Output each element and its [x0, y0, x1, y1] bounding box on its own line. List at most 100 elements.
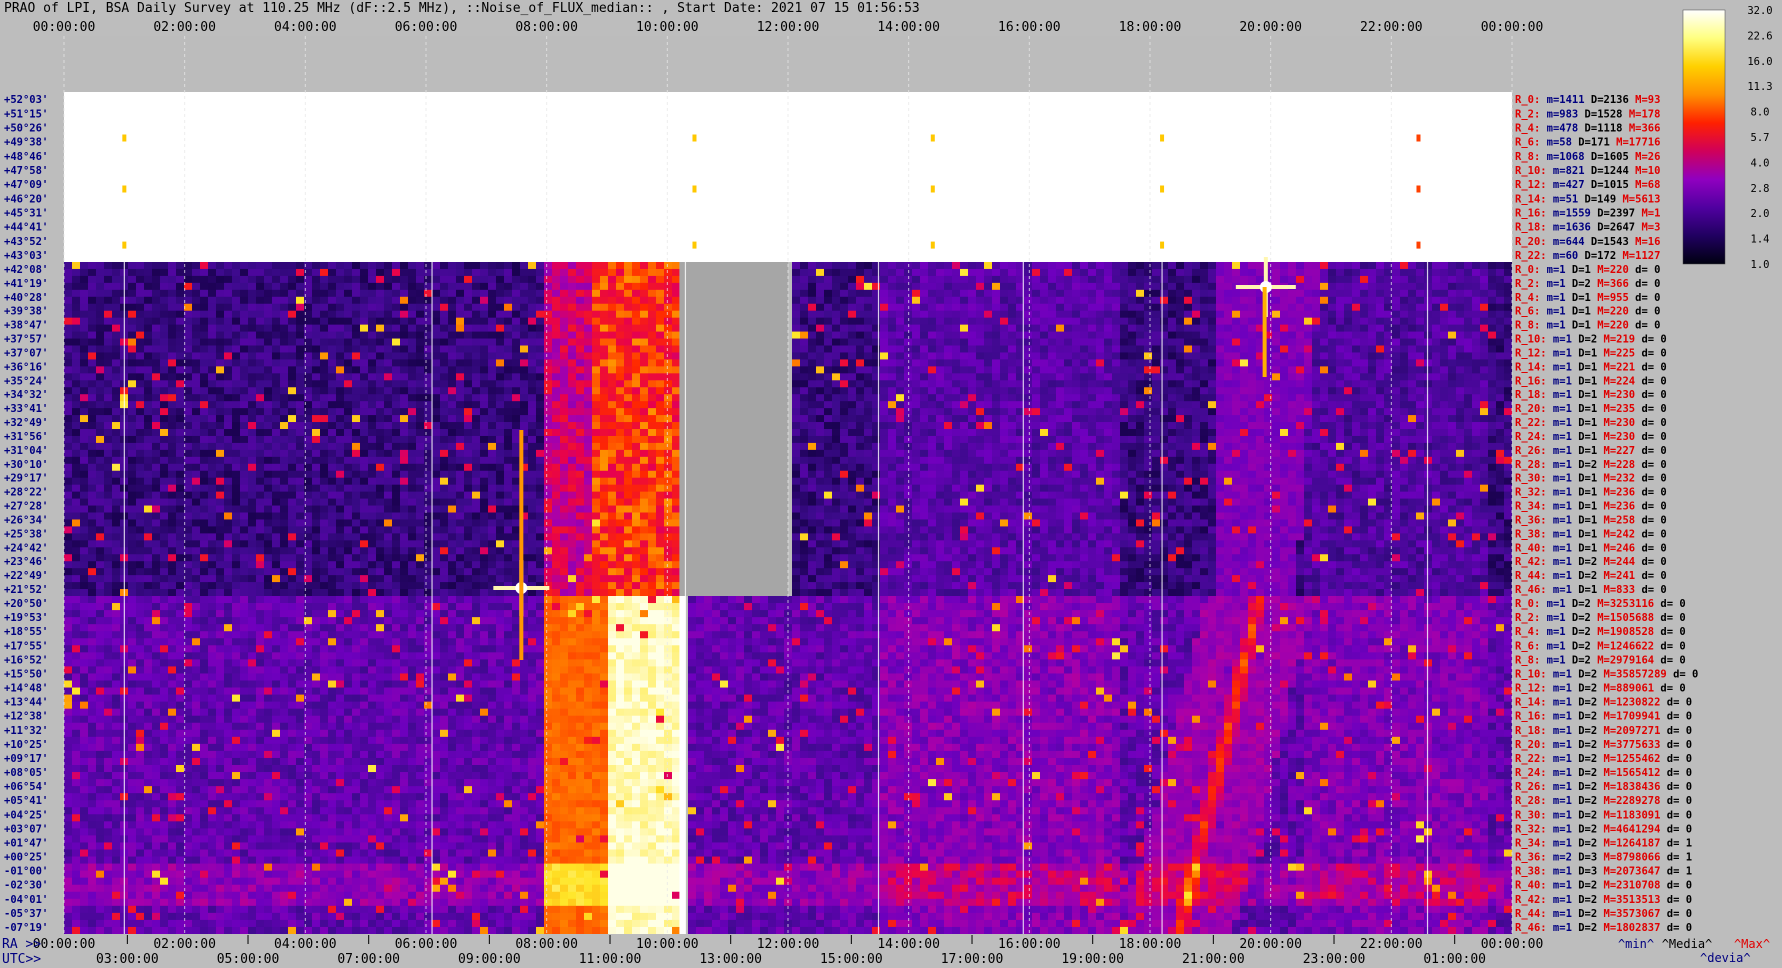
- heat-cell: [448, 463, 456, 472]
- heat-cell: [224, 422, 232, 430]
- heat-cell: [632, 275, 640, 284]
- heat-cell: [576, 359, 584, 367]
- heat-cell: [224, 282, 232, 291]
- heat-cell: [816, 262, 824, 270]
- heat-cell: [904, 429, 912, 437]
- heat-cell: [600, 415, 608, 423]
- heat-cell: [96, 317, 104, 326]
- heat-cell: [1160, 262, 1168, 270]
- heat-cell: [432, 387, 440, 395]
- heat-cell: [864, 331, 872, 339]
- heat-cell: [328, 296, 336, 305]
- heat-cell: [504, 422, 512, 430]
- heat-cell: [328, 415, 336, 423]
- heat-cell: [1120, 317, 1128, 326]
- heat-cell: [400, 303, 408, 312]
- heat-cell: [808, 324, 816, 332]
- heat-cell: [360, 373, 368, 381]
- heat-cell: [1104, 296, 1112, 305]
- heat-cell: [416, 456, 424, 465]
- heat-cell: [1400, 380, 1408, 388]
- heat-cell: [240, 282, 248, 291]
- heat-cell: [1456, 435, 1464, 444]
- heat-cell: [352, 373, 360, 381]
- heat-cell: [1472, 401, 1480, 409]
- heat-cell: [928, 275, 936, 284]
- heat-cell: [1464, 422, 1472, 430]
- heat-cell: [592, 359, 600, 367]
- heat-cell: [808, 429, 816, 437]
- heat-cell: [1464, 352, 1472, 360]
- heat-cell: [1416, 324, 1424, 332]
- heat-cell: [832, 338, 840, 346]
- heat-cell: [72, 408, 80, 416]
- heat-cell: [624, 373, 632, 381]
- heat-cell: [1144, 338, 1152, 346]
- heat-cell: [168, 449, 176, 458]
- band-1-spot: [1416, 185, 1421, 193]
- heat-cell: [528, 380, 536, 388]
- heat-cell: [400, 387, 408, 395]
- heat-cell: [96, 324, 104, 332]
- heat-cell: [624, 456, 632, 465]
- heat-cell: [80, 387, 88, 395]
- heat-cell: [1216, 366, 1224, 374]
- heat-cell: [632, 422, 640, 430]
- heat-cell: [512, 442, 520, 451]
- heat-cell: [656, 317, 664, 326]
- heat-cell: [352, 429, 360, 437]
- heat-cell: [824, 275, 832, 284]
- heat-cell: [1464, 268, 1472, 277]
- heat-cell: [408, 268, 416, 277]
- heat-cell: [656, 394, 664, 402]
- heat-cell: [1024, 422, 1032, 430]
- heat-cell: [1184, 408, 1192, 416]
- heat-cell: [1488, 324, 1496, 332]
- heat-cell: [256, 435, 264, 444]
- heat-cell: [216, 408, 224, 416]
- heat-cell: [592, 415, 600, 423]
- heat-cell: [456, 380, 464, 388]
- heat-cell: [1232, 345, 1240, 353]
- heat-cell: [224, 352, 232, 360]
- heat-cell: [944, 366, 952, 374]
- heat-cell: [840, 262, 848, 270]
- heat-cell: [376, 429, 384, 437]
- heat-cell: [192, 373, 200, 381]
- heat-cell: [952, 303, 960, 312]
- heat-cell: [664, 262, 672, 270]
- heat-cell: [1056, 289, 1064, 298]
- heat-cell: [496, 415, 504, 423]
- heat-cell: [1472, 422, 1480, 430]
- heat-cell: [352, 394, 360, 402]
- heat-cell: [904, 262, 912, 270]
- heat-cell: [968, 449, 976, 458]
- heat-cell: [960, 303, 968, 312]
- heat-cell: [968, 415, 976, 423]
- heat-cell: [1352, 303, 1360, 312]
- heat-cell: [928, 303, 936, 312]
- heat-cell: [600, 268, 608, 277]
- heat-cell: [112, 366, 120, 374]
- heat-cell: [952, 366, 960, 374]
- heat-cell: [1216, 449, 1224, 458]
- heat-cell: [1248, 394, 1256, 402]
- heat-cell: [368, 456, 376, 465]
- heat-cell: [184, 366, 192, 374]
- heat-cell: [504, 317, 512, 326]
- heat-cell: [424, 310, 432, 319]
- heat-cell: [1096, 401, 1104, 409]
- heat-cell: [464, 415, 472, 423]
- heat-cell: [920, 401, 928, 409]
- heat-cell: [960, 463, 968, 472]
- heat-cell: [208, 408, 216, 416]
- heat-cell: [656, 442, 664, 451]
- heat-cell: [504, 373, 512, 381]
- heat-cell: [216, 352, 224, 360]
- heat-cell: [112, 456, 120, 465]
- heat-cell: [656, 310, 664, 319]
- heat-cell: [984, 262, 992, 270]
- heat-cell: [560, 324, 568, 332]
- heat-cell: [976, 380, 984, 388]
- heat-cell: [280, 415, 288, 423]
